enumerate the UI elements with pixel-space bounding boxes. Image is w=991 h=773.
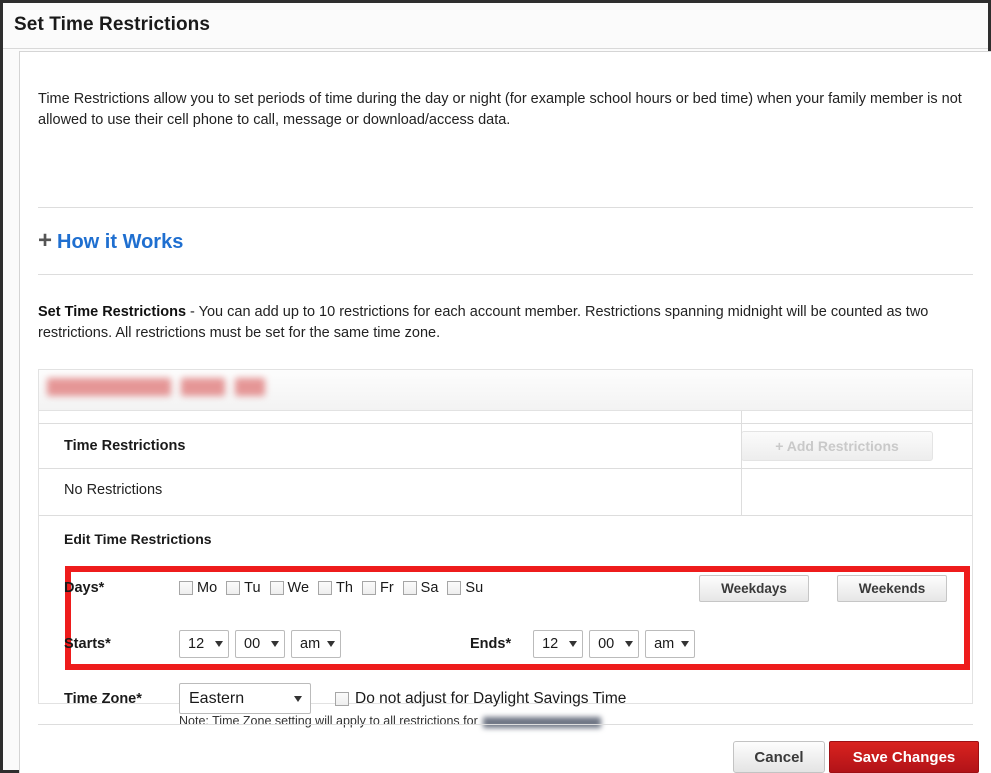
times-row: Starts* 12 00 am Ends* 12 00 am [64,630,701,658]
time-zone-note: Note: Time Zone setting will apply to al… [179,714,601,728]
days-label: Days* [64,580,105,596]
checkbox-icon[interactable] [361,581,376,595]
plus-icon: + [38,227,53,254]
intro-paragraph: Time Restrictions allow you to set perio… [38,91,962,128]
weekends-button[interactable]: Weekends [837,575,947,602]
set-restrictions-dash: - [186,304,199,320]
time-zone-label: Time Zone* [64,690,142,707]
day-label-we: We [287,580,310,596]
day-checkbox-th[interactable]: Th [318,580,353,596]
pre-footer-divider [38,724,973,725]
days-row: Days* Mo Tu We Th Fr Sa Su [64,580,483,596]
day-checkbox-su[interactable]: Su [447,580,483,596]
save-changes-button[interactable]: Save Changes [829,741,979,773]
member-header-panel [38,369,973,411]
cancel-button[interactable]: Cancel [733,741,825,773]
ends-hour-select[interactable]: 12 [533,630,584,658]
day-label-th: Th [336,580,353,596]
redacted-member-detail-1 [181,378,225,396]
checkbox-icon[interactable] [447,581,462,595]
day-checkbox-tu[interactable]: Tu [226,580,261,596]
ends-minute-select[interactable]: 00 [589,630,640,658]
checkbox-icon[interactable] [318,581,333,595]
chevron-down-icon [569,641,578,647]
table-column-divider [741,411,742,515]
chevron-down-icon [625,641,634,647]
how-it-works-toggle[interactable]: + How it Works [38,227,184,254]
starts-hour-select[interactable]: 12 [179,630,229,658]
main-card: Time Restrictions allow you to set perio… [19,51,991,773]
dst-label: Do not adjust for Daylight Savings Time [355,689,627,707]
checkbox-icon[interactable] [269,581,284,595]
chevron-down-icon [327,641,335,647]
ends-minute-value: 00 [598,636,615,652]
checkbox-icon[interactable] [226,581,241,595]
set-time-restrictions-screen: Set Time Restrictions Time Restrictions … [0,0,991,773]
page-title: Set Time Restrictions [14,14,211,35]
divider-top [38,207,973,208]
starts-label: Starts* [64,636,111,652]
checkbox-icon[interactable] [402,581,417,595]
chevron-down-icon [271,641,279,647]
ends-meridiem-select[interactable]: am [645,630,696,658]
redacted-member-detail-2 [235,378,265,396]
redacted-member-name [47,378,171,396]
divider-below-how-it-works [38,274,973,275]
day-label-su: Su [465,580,484,596]
ends-hour-value: 12 [542,636,559,652]
time-zone-select[interactable]: Eastern [179,683,311,714]
weekdays-button[interactable]: Weekdays [699,575,809,602]
restrictions-table-header-label: Time Restrictions [64,438,186,454]
day-label-sa: Sa [420,580,439,596]
day-checkbox-sa[interactable]: Sa [402,580,439,596]
chevron-down-icon [215,641,223,647]
time-zone-note-text: Note: Time Zone setting will apply to al… [179,714,478,728]
set-restrictions-heading: Set Time Restrictions [38,304,187,320]
starts-minute-value: 00 [244,636,261,652]
time-zone-row: Time Zone* Eastern Do not adjust for Day… [64,683,626,714]
edit-time-restrictions-title: Edit Time Restrictions [64,531,212,547]
no-restrictions-text: No Restrictions [64,482,163,498]
ends-meridiem-value: am [654,636,675,652]
redacted-phone-number [482,716,601,728]
day-checkbox-fr[interactable]: Fr [361,580,394,596]
day-checkbox-mo[interactable]: Mo [179,580,217,596]
starts-meridiem-select[interactable]: am [291,630,341,658]
set-restrictions-description: Set Time Restrictions - You can add up t… [38,302,978,344]
day-label-mo: Mo [197,580,218,596]
starts-meridiem-value: am [300,636,321,652]
checkbox-icon[interactable] [179,581,193,595]
title-bar: Set Time Restrictions [3,3,988,49]
days-checkbox-group: Mo Tu We Th Fr Sa Su [179,580,483,596]
day-label-fr: Fr [379,580,394,596]
day-label-tu: Tu [244,580,261,596]
starts-hour-value: 12 [188,636,205,652]
how-it-works-label: How it Works [57,230,184,253]
dst-checkbox[interactable]: Do not adjust for Daylight Savings Time [335,690,626,708]
chevron-down-icon [294,695,302,702]
checkbox-icon[interactable] [335,691,349,706]
ends-label: Ends* [470,636,512,652]
time-zone-value: Eastern [189,689,245,707]
restrictions-table-row: No Restrictions [39,469,972,516]
add-restrictions-button[interactable]: + Add Restrictions [741,431,933,461]
restrictions-panel-body: Time Restrictions + Add Restrictions No … [38,411,979,773]
day-checkbox-we[interactable]: We [269,580,310,596]
chevron-down-icon [681,641,690,647]
restrictions-table-header: Time Restrictions + Add Restrictions [39,423,972,469]
starts-minute-select[interactable]: 00 [235,630,285,658]
